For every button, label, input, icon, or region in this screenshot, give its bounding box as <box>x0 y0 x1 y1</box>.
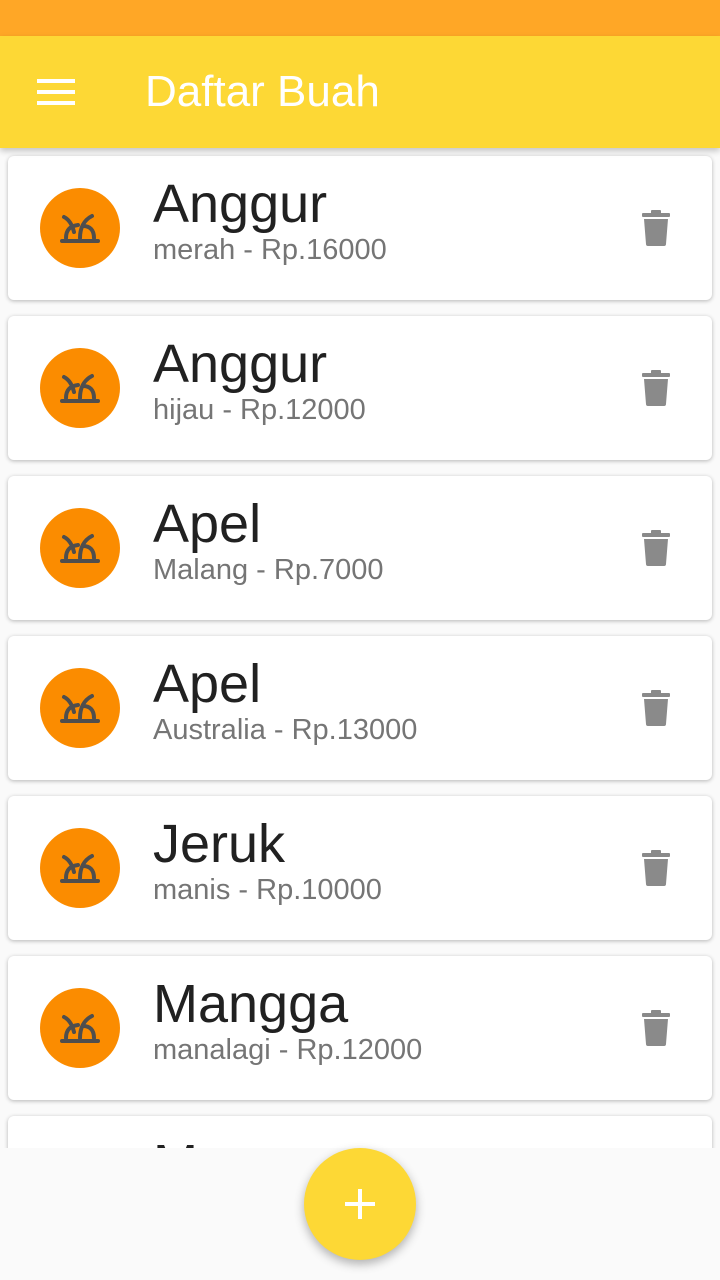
plant-icon <box>60 534 100 563</box>
trash-icon <box>642 370 670 406</box>
status-bar <box>0 0 720 36</box>
app-bar: Daftar Buah <box>0 36 720 148</box>
list-item[interactable]: Apel Australia - Rp.13000 <box>8 636 712 780</box>
fruit-avatar <box>40 188 120 268</box>
fruit-name: Apel <box>153 654 262 714</box>
fruit-avatar <box>40 668 120 748</box>
fruit-list: Anggur merah - Rp.16000 Anggur hijau - Rp.1… <box>0 148 720 1148</box>
fruit-detail: Malang - Rp.7000 <box>153 554 384 586</box>
plant-icon <box>60 214 100 243</box>
add-icon <box>345 1189 375 1219</box>
trash-icon <box>642 530 670 566</box>
plant-icon <box>60 1014 100 1043</box>
list-item[interactable]: Mangga manalagi - Rp.12000 <box>8 956 712 1100</box>
fruit-avatar <box>40 508 120 588</box>
list-item[interactable]: Anggur hijau - Rp.12000 <box>8 316 712 460</box>
fruit-detail: Australia - Rp.13000 <box>153 714 418 746</box>
fruit-avatar <box>40 348 120 428</box>
plant-icon <box>60 694 100 723</box>
fruit-detail: manis - Rp.10000 <box>153 874 382 906</box>
trash-icon <box>642 210 670 246</box>
fruit-name: Jeruk <box>153 814 286 874</box>
delete-button[interactable] <box>628 200 684 256</box>
list-item[interactable]: Apel Malang - Rp.7000 <box>8 476 712 620</box>
delete-button[interactable] <box>628 680 684 736</box>
list-item[interactable]: Anggur merah - Rp.16000 <box>8 156 712 300</box>
plant-icon <box>60 374 100 403</box>
fruit-detail: merah - Rp.16000 <box>153 234 387 266</box>
fruit-name: Apel <box>153 494 262 554</box>
fruit-detail: manalagi - Rp.12000 <box>153 1034 423 1066</box>
delete-button[interactable] <box>628 840 684 896</box>
fruit-name: Anggur <box>153 174 328 234</box>
fruit-name: M <box>153 1132 198 1148</box>
fruit-avatar <box>40 988 120 1068</box>
plant-icon <box>60 854 100 883</box>
menu-icon <box>37 79 75 105</box>
list-item[interactable]: Jeruk manis - Rp.10000 <box>8 796 712 940</box>
menu-button[interactable] <box>24 72 88 112</box>
list-item[interactable]: M <box>8 1116 712 1148</box>
fruit-name: Mangga <box>153 974 349 1034</box>
trash-icon <box>642 1010 670 1046</box>
fruit-detail: hijau - Rp.12000 <box>153 394 366 426</box>
delete-button[interactable] <box>628 360 684 416</box>
add-fruit-button[interactable] <box>304 1148 416 1260</box>
delete-button[interactable] <box>628 520 684 576</box>
fruit-name: Anggur <box>153 334 328 394</box>
trash-icon <box>642 690 670 726</box>
page-title: Daftar Buah <box>145 67 380 116</box>
fruit-avatar <box>40 828 120 908</box>
trash-icon <box>642 850 670 886</box>
delete-button[interactable] <box>628 1000 684 1056</box>
